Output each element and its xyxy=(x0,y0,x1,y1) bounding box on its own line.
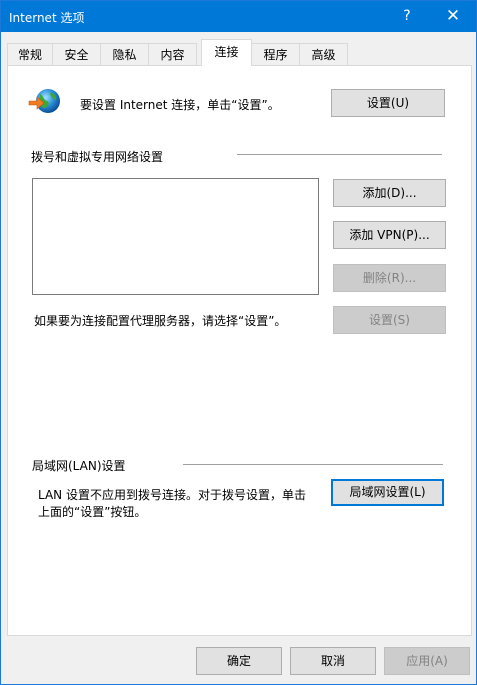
lan-heading: 局域网(LAN)设置 xyxy=(32,459,126,473)
title-bar[interactable]: Internet 选项 ? ✕ xyxy=(1,1,476,32)
lan-divider xyxy=(183,464,443,465)
remove-button[interactable]: 删除(R)... xyxy=(333,264,446,292)
lan-text-line2: 上面的“设置”按钮。 xyxy=(38,505,147,519)
globe-arrow-icon xyxy=(28,89,60,113)
setup-button[interactable]: 设置(U) xyxy=(331,89,445,117)
proxy-settings-button[interactable]: 设置(S) xyxy=(333,306,446,334)
tab-advanced[interactable]: 高级 xyxy=(299,43,348,65)
tab-content[interactable]: 内容 xyxy=(148,43,197,65)
tab-connections[interactable]: 连接 xyxy=(201,39,252,66)
proxy-text: 如果要为连接配置代理服务器，请选择“设置”。 xyxy=(34,314,287,328)
lan-text-line1: LAN 设置不应用到拨号连接。对于拨号设置，单击 xyxy=(38,488,306,502)
help-button[interactable]: ? xyxy=(389,1,425,32)
close-button[interactable]: ✕ xyxy=(435,1,471,32)
ok-button[interactable]: 确定 xyxy=(196,647,282,675)
tab-programs[interactable]: 程序 xyxy=(251,43,300,65)
setup-text: 要设置 Internet 连接，单击“设置”。 xyxy=(80,98,280,112)
dialup-divider xyxy=(237,154,442,155)
tab-general[interactable]: 常规 xyxy=(7,43,53,65)
apply-button[interactable]: 应用(A) xyxy=(384,647,470,675)
window-title: Internet 选项 xyxy=(9,11,85,25)
lan-settings-button[interactable]: 局域网设置(L) xyxy=(331,479,444,506)
dialup-heading: 拨号和虚拟专用网络设置 xyxy=(31,150,164,164)
add-button[interactable]: 添加(D)... xyxy=(333,179,446,207)
add-vpn-button[interactable]: 添加 VPN(P)... xyxy=(333,221,446,249)
tab-security[interactable]: 安全 xyxy=(52,43,101,65)
tab-privacy[interactable]: 隐私 xyxy=(100,43,149,65)
cancel-button[interactable]: 取消 xyxy=(290,647,376,675)
internet-options-dialog: Internet 选项 ? ✕ 常规 安全 隐私 内容 连接 程序 高级 要设置… xyxy=(0,0,477,685)
connections-listbox[interactable] xyxy=(32,178,319,295)
